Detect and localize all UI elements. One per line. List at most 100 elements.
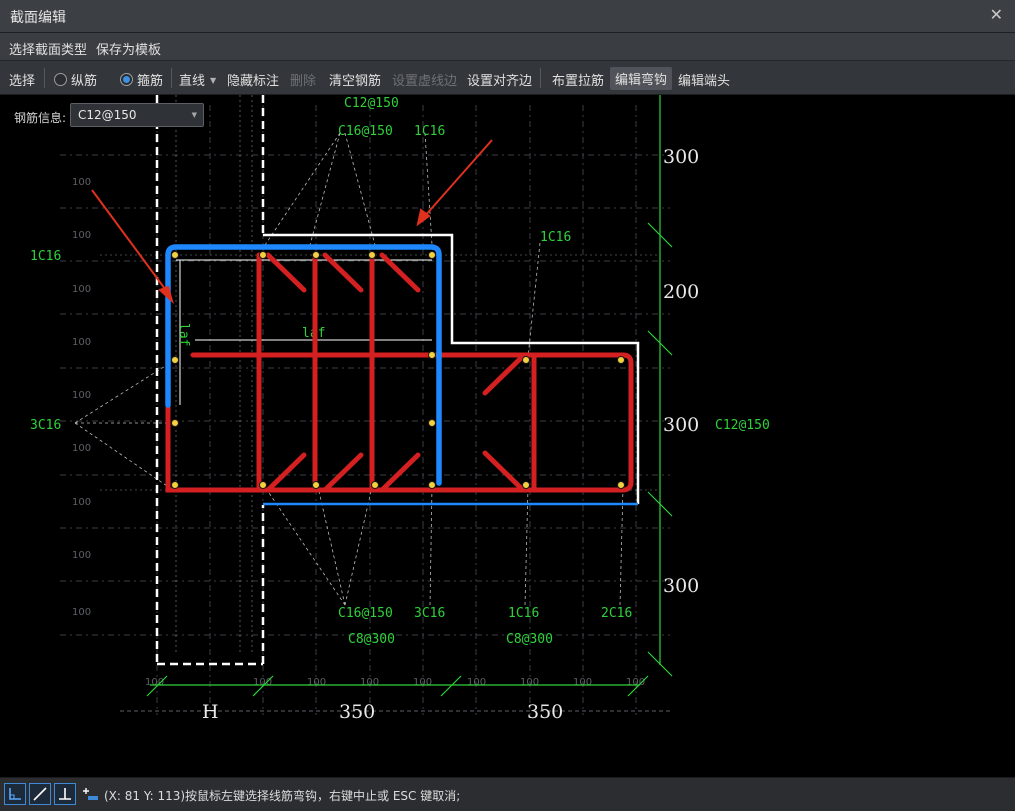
title-bar: 截面编辑 ✕ [0,0,1015,33]
rebar-label: C8@300 [506,632,553,647]
rebar-info-label: 钢筋信息: [14,111,67,125]
rebar-label: C16@150 [338,124,393,139]
hook [482,354,525,396]
perpendicular-snap-icon[interactable] [54,783,76,805]
rebar-dot [259,251,267,259]
line-dropdown-label: 直线 [179,74,206,89]
line-dropdown[interactable]: 直线 ▼ [179,70,216,89]
hook [322,452,364,493]
reference-lines [100,95,660,655]
rebar-label: 1C16 [540,230,571,245]
rebar-label: C12@150 [715,418,770,433]
add-point-icon[interactable] [79,783,101,805]
grid-label: 100 [72,337,91,348]
dimension-value: 200 [663,281,699,303]
rebar-label: 3C16 [414,606,445,621]
red-stirrups[interactable] [165,252,634,493]
rebar-label: 1C16 [30,249,61,264]
section-drawing[interactable]: 100 100 100 100 100 100 100 100 100 100 … [0,95,1015,777]
hide-annotation-button[interactable]: 隐藏标注 [227,70,279,89]
laf-label-vertical: laf [176,323,191,346]
dimension-value: 350 [527,701,563,723]
hook [379,452,421,493]
dimension-value: H [202,701,219,723]
toolbar-divider [540,68,541,88]
rebar-dot [171,419,179,427]
toolbar: 选择 纵筋 箍筋 直线 ▼ 隐藏标注 删除 清空钢筋 设置虚线边 设置对齐边 布置… [0,61,1015,95]
select-button[interactable]: 选择 [9,70,35,89]
arrow-top [423,139,493,218]
menu-bar: 选择截面类型 保存为模板 [0,33,1015,61]
toolbar-divider [171,68,172,88]
rebar-label: 3C16 [30,418,61,433]
edit-end-button[interactable]: 编辑端头 [678,70,730,89]
grid-label: 100 [520,677,539,688]
grid-lines [60,105,670,715]
rebar-label: C8@300 [348,632,395,647]
grid-label: 100 [360,677,379,688]
grid-label: 100 [72,607,91,618]
rebar-label: C12@150 [344,96,399,111]
toolbar-divider [44,68,45,88]
set-align-edge-button[interactable]: 设置对齐边 [467,70,532,89]
dimension-value: 300 [663,146,699,168]
section-outline [263,233,640,504]
dimension-value: 300 [663,414,699,436]
hook [482,450,525,492]
delete-button[interactable]: 删除 [290,70,316,89]
radio-on-icon [120,73,133,86]
radio-stirrup-label: 箍筋 [137,74,164,89]
grid-label: 100 [307,677,326,688]
chevron-down-icon: ▼ [191,111,197,119]
rebar-info-select[interactable]: C12@150 ▼ [70,103,204,127]
grid-label: 100 [72,390,91,401]
grid-labels-bottom: 100 100 100 100 100 100 100 100 100 [145,677,645,688]
rebar-dot [368,251,376,259]
clear-rebar-button[interactable]: 清空钢筋 [329,70,381,89]
menu-select-section-type[interactable]: 选择截面类型 [9,39,87,58]
rebar-dot [171,356,179,364]
radio-stirrup[interactable]: 箍筋 [120,70,163,89]
rebar-dot [428,251,436,259]
edit-hook-button[interactable]: 编辑弯钩 [610,67,673,90]
grid-labels-left: 100 100 100 100 100 100 100 100 100 [72,177,91,618]
rebar-dot [171,251,179,259]
grid-label: 100 [573,677,592,688]
hook [265,452,307,493]
set-dashed-edge-button[interactable]: 设置虚线边 [392,70,457,89]
grid-label: 100 [72,550,91,561]
grid-label: 100 [72,230,91,241]
rebar-label: 1C16 [508,606,539,621]
rebar-labels: C12@150 C16@150 1C16 1C16 3C16 1C16 C12@… [30,96,770,647]
rebar-label: 2C16 [601,606,632,621]
rebar-dot [428,351,436,359]
chevron-down-icon: ▼ [210,76,217,85]
rebar-dot [428,419,436,427]
close-icon[interactable]: ✕ [990,5,1003,24]
grid-label: 100 [72,497,91,508]
menu-save-template[interactable]: 保存为模板 [96,39,161,58]
rebar-dot [312,481,320,489]
place-tie-button[interactable]: 布置拉筋 [552,70,604,89]
rebar-dot [428,481,436,489]
dimension-right-values: 300 200 300 300 [663,146,699,597]
status-message: (X: 81 Y: 113)按鼠标左键选择线筋弯钩，右键中止或 ESC 键取消; [104,789,461,803]
rebar-dot [312,251,320,259]
rebar-dot [522,481,530,489]
rebar-dot [171,481,179,489]
selected-stirrup[interactable] [165,244,442,486]
diagonal-snap-icon[interactable] [29,783,51,805]
rebar-dot [259,481,267,489]
grid-label: 100 [72,284,91,295]
drawing-canvas[interactable]: 100 100 100 100 100 100 100 100 100 100 … [0,95,1015,777]
rebar-label: C16@150 [338,606,393,621]
dimension-bottom-values: H 350 350 [202,701,563,723]
rebar-dot [371,481,379,489]
radio-longitudinal[interactable]: 纵筋 [54,70,97,89]
rebar-dots[interactable] [171,251,625,489]
ortho-snap-icon[interactable] [4,783,26,805]
status-bar: (X: 81 Y: 113)按鼠标左键选择线筋弯钩，右键中止或 ESC 键取消; [0,777,1015,811]
radio-longitudinal-label: 纵筋 [71,74,98,89]
rebar-dot [617,356,625,364]
grid-label: 100 [72,443,91,454]
